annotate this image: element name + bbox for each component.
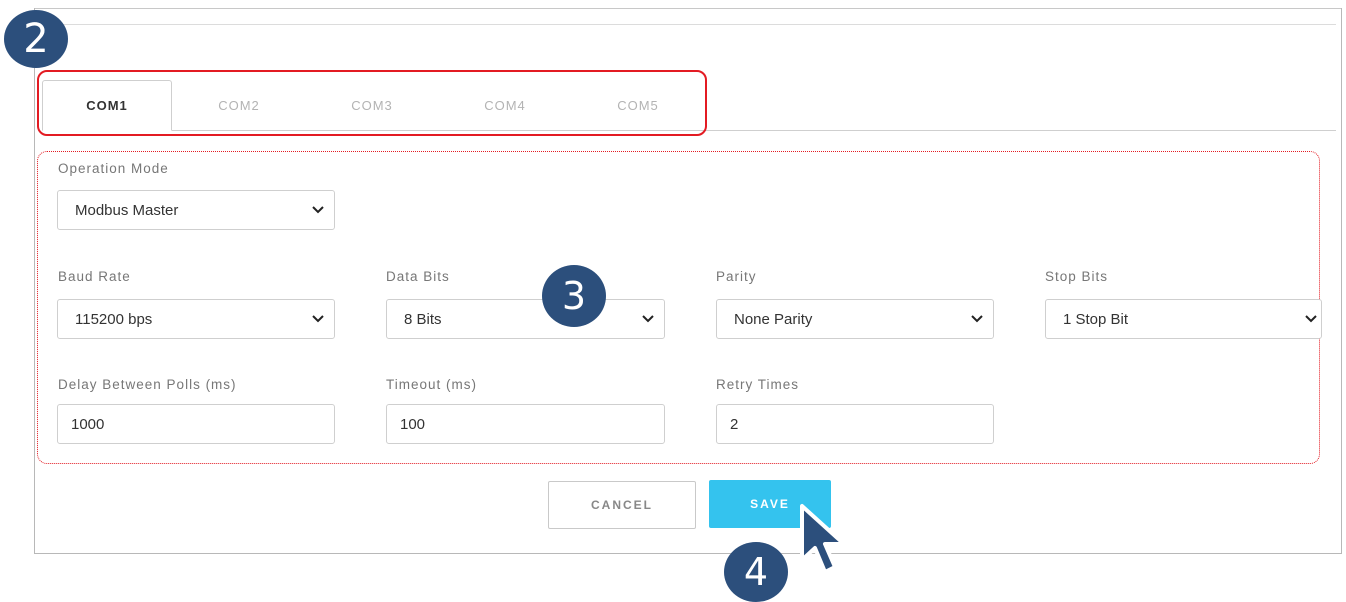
tabs-highlight-box [37, 70, 707, 136]
chevron-down-icon [312, 315, 324, 323]
cancel-button[interactable]: CANCEL [548, 481, 696, 529]
data-bits-select[interactable]: 8 Bits [386, 299, 665, 339]
step-badge-3: 3 [542, 265, 606, 327]
step-badge-2: 2 [4, 10, 68, 68]
baud-rate-value: 115200 bps [75, 310, 153, 328]
operation-mode-value: Modbus Master [75, 201, 179, 219]
data-bits-label: Data Bits [386, 269, 450, 284]
section-divider [44, 24, 1336, 25]
data-bits-value: 8 Bits [404, 310, 442, 328]
operation-mode-label: Operation Mode [58, 161, 169, 176]
parity-label: Parity [716, 269, 757, 284]
retry-times-label: Retry Times [716, 377, 800, 392]
chevron-down-icon [642, 315, 654, 323]
mouse-pointer-icon [800, 504, 846, 574]
stop-bits-label: Stop Bits [1045, 269, 1109, 284]
baud-rate-select[interactable]: 115200 bps [57, 299, 335, 339]
stop-bits-select[interactable]: 1 Stop Bit [1045, 299, 1322, 339]
stop-bits-value: 1 Stop Bit [1063, 310, 1129, 328]
chevron-down-icon [1305, 315, 1317, 323]
retry-times-input[interactable]: 2 [716, 404, 994, 444]
parity-select[interactable]: None Parity [716, 299, 994, 339]
delay-between-polls-label: Delay Between Polls (ms) [58, 377, 237, 392]
step-badge-4: 4 [724, 542, 788, 602]
chevron-down-icon [312, 206, 324, 214]
baud-rate-label: Baud Rate [58, 269, 131, 284]
delay-between-polls-input[interactable]: 1000 [57, 404, 335, 444]
parity-value: None Parity [734, 310, 813, 328]
chevron-down-icon [971, 315, 983, 323]
operation-mode-select[interactable]: Modbus Master [57, 190, 335, 230]
timeout-label: Timeout (ms) [386, 377, 478, 392]
timeout-input[interactable]: 100 [386, 404, 665, 444]
